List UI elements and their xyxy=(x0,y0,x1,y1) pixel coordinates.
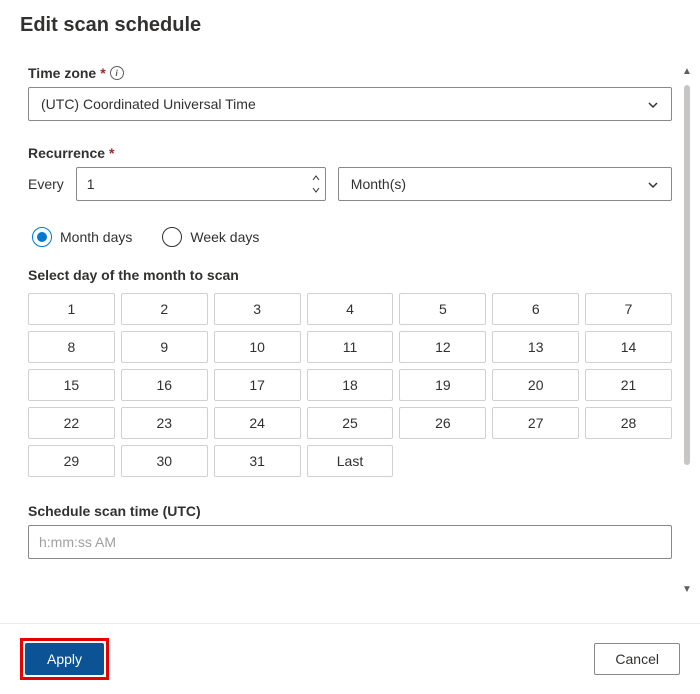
day-cell-8[interactable]: 8 xyxy=(28,331,115,363)
recurrence-label: Recurrence * xyxy=(28,145,672,161)
radio-month-days-label: Month days xyxy=(60,229,132,245)
day-cell-21[interactable]: 21 xyxy=(585,369,672,401)
cancel-button[interactable]: Cancel xyxy=(594,643,680,675)
apply-highlight-box: Apply xyxy=(20,638,109,680)
radio-circle-selected xyxy=(32,227,52,247)
schedule-time-label: Schedule scan time (UTC) xyxy=(28,503,672,519)
content-area: Time zone * i (UTC) Coordinated Universa… xyxy=(0,45,700,615)
recurrence-row: Every 1 Month(s) xyxy=(28,167,672,201)
day-cell-3[interactable]: 3 xyxy=(214,293,301,325)
radio-week-days[interactable]: Week days xyxy=(162,227,259,247)
scroll-arrow-up[interactable]: ▲ xyxy=(681,66,693,78)
every-value: 1 xyxy=(87,176,309,192)
day-cell-11[interactable]: 11 xyxy=(307,331,394,363)
day-cell-17[interactable]: 17 xyxy=(214,369,301,401)
scroll-arrow-down[interactable]: ▼ xyxy=(681,584,693,596)
day-cell-13[interactable]: 13 xyxy=(492,331,579,363)
info-icon[interactable]: i xyxy=(110,66,124,80)
day-cell-20[interactable]: 20 xyxy=(492,369,579,401)
recurrence-label-text: Recurrence xyxy=(28,145,105,161)
timezone-value: (UTC) Coordinated Universal Time xyxy=(41,96,256,112)
chevron-down-icon xyxy=(647,98,659,110)
recurrence-unit-select[interactable]: Month(s) xyxy=(338,167,672,201)
day-cell-29[interactable]: 29 xyxy=(28,445,115,477)
day-cell-4[interactable]: 4 xyxy=(307,293,394,325)
schedule-time-input[interactable]: h:mm:ss AM xyxy=(28,525,672,559)
day-cell-31[interactable]: 31 xyxy=(214,445,301,477)
day-cell-2[interactable]: 2 xyxy=(121,293,208,325)
day-cell-23[interactable]: 23 xyxy=(121,407,208,439)
day-cell-5[interactable]: 5 xyxy=(399,293,486,325)
select-day-label: Select day of the month to scan xyxy=(28,267,672,283)
day-cell-last[interactable]: Last xyxy=(307,445,394,477)
day-cell-27[interactable]: 27 xyxy=(492,407,579,439)
spinner-up[interactable] xyxy=(309,172,323,184)
apply-button[interactable]: Apply xyxy=(25,643,104,675)
day-cell-22[interactable]: 22 xyxy=(28,407,115,439)
required-asterisk: * xyxy=(109,145,114,161)
scrollbar-thumb[interactable] xyxy=(684,85,690,465)
footer: Apply Cancel xyxy=(0,623,700,694)
recurrence-unit-value: Month(s) xyxy=(351,176,406,192)
day-cell-28[interactable]: 28 xyxy=(585,407,672,439)
timezone-select[interactable]: (UTC) Coordinated Universal Time xyxy=(28,87,672,121)
radio-week-days-label: Week days xyxy=(190,229,259,245)
schedule-time-placeholder: h:mm:ss AM xyxy=(39,534,116,550)
day-cell-26[interactable]: 26 xyxy=(399,407,486,439)
day-cell-6[interactable]: 6 xyxy=(492,293,579,325)
day-cell-7[interactable]: 7 xyxy=(585,293,672,325)
every-number-input[interactable]: 1 xyxy=(76,167,326,201)
day-cell-25[interactable]: 25 xyxy=(307,407,394,439)
day-grid: 1234567891011121314151617181920212223242… xyxy=(28,293,672,477)
spinner-down[interactable] xyxy=(309,184,323,196)
radio-dot xyxy=(37,232,47,242)
timezone-label: Time zone * i xyxy=(28,65,672,81)
day-cell-24[interactable]: 24 xyxy=(214,407,301,439)
day-cell-15[interactable]: 15 xyxy=(28,369,115,401)
day-cell-18[interactable]: 18 xyxy=(307,369,394,401)
day-cell-12[interactable]: 12 xyxy=(399,331,486,363)
timezone-label-text: Time zone xyxy=(28,65,96,81)
required-asterisk: * xyxy=(100,65,105,81)
day-cell-30[interactable]: 30 xyxy=(121,445,208,477)
radio-month-days[interactable]: Month days xyxy=(32,227,132,247)
chevron-down-icon xyxy=(647,178,659,190)
panel-title: Edit scan schedule xyxy=(0,0,700,45)
day-mode-radio-group: Month days Week days xyxy=(32,227,672,247)
day-cell-16[interactable]: 16 xyxy=(121,369,208,401)
day-cell-14[interactable]: 14 xyxy=(585,331,672,363)
day-cell-9[interactable]: 9 xyxy=(121,331,208,363)
number-spinner xyxy=(309,172,323,196)
radio-circle xyxy=(162,227,182,247)
day-cell-10[interactable]: 10 xyxy=(214,331,301,363)
every-label: Every xyxy=(28,176,64,192)
day-cell-1[interactable]: 1 xyxy=(28,293,115,325)
day-cell-19[interactable]: 19 xyxy=(399,369,486,401)
